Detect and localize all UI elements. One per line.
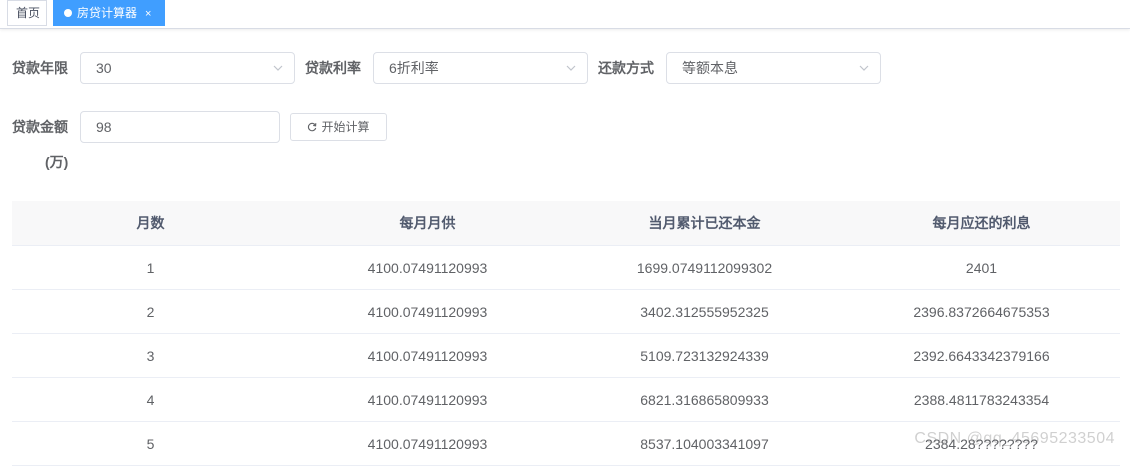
refresh-icon bbox=[308, 122, 317, 132]
cell-month: 4 bbox=[12, 377, 289, 422]
cell-payment: 4100.07491120993 bbox=[289, 377, 566, 422]
header-principal-paid: 当月累计已还本金 bbox=[566, 201, 843, 246]
rate-value: 6折利率 bbox=[389, 60, 439, 76]
cell-payment: 4100.07491120993 bbox=[289, 289, 566, 334]
method-select[interactable]: 等额本息 bbox=[666, 52, 881, 84]
amount-unit: (万) bbox=[45, 154, 69, 170]
table-header-row: 月数 每月月供 当月累计已还本金 每月应还的利息 bbox=[12, 201, 1120, 246]
cell-month: 2 bbox=[12, 289, 289, 334]
cell-payment: 4100.07491120993 bbox=[289, 333, 566, 378]
calculate-label: 开始计算 bbox=[321, 120, 370, 134]
chevron-down-icon bbox=[566, 65, 576, 71]
method-value: 等额本息 bbox=[682, 60, 738, 76]
tabs-bar: 首页 房贷计算器 × bbox=[0, 0, 1130, 29]
cell-interest: 2396.8372664675353 bbox=[843, 289, 1120, 334]
cell-payment: 4100.07491120993 bbox=[289, 245, 566, 290]
chevron-down-icon bbox=[859, 65, 869, 71]
header-month: 月数 bbox=[12, 201, 289, 246]
table-row: 2 4100.07491120993 3402.312555952325 239… bbox=[12, 289, 1120, 334]
cell-principal: 6821.316865809933 bbox=[566, 377, 843, 422]
watermark: CSDN @qq_45695233504 bbox=[914, 430, 1115, 447]
amount-value: 98 bbox=[96, 119, 112, 135]
repayment-table: 月数 每月月供 当月累计已还本金 每月应还的利息 1 4100.07491120… bbox=[12, 201, 1120, 466]
header-monthly-payment: 每月月供 bbox=[289, 201, 566, 246]
table-row: 1 4100.07491120993 1699.0749112099302 24… bbox=[12, 245, 1120, 290]
years-label: 贷款年限 bbox=[12, 60, 68, 76]
cell-interest: 2392.6643342379166 bbox=[843, 333, 1120, 378]
cell-month: 3 bbox=[12, 333, 289, 378]
tab-mortgage-calculator[interactable]: 房贷计算器 × bbox=[53, 0, 165, 26]
method-label: 还款方式 bbox=[598, 60, 654, 76]
amount-input[interactable]: 98 bbox=[80, 111, 280, 143]
cell-interest: 2401 bbox=[843, 245, 1120, 290]
table-row: 3 4100.07491120993 5109.723132924339 239… bbox=[12, 333, 1120, 378]
tab-label: 房贷计算器 bbox=[77, 6, 138, 20]
cell-interest: 2388.4811783243354 bbox=[843, 377, 1120, 422]
tab-home[interactable]: 首页 bbox=[7, 0, 47, 26]
rate-select[interactable]: 6折利率 bbox=[373, 52, 588, 84]
chevron-down-icon bbox=[273, 65, 283, 71]
years-value: 30 bbox=[96, 60, 112, 76]
cell-principal: 3402.312555952325 bbox=[566, 289, 843, 334]
cell-principal: 1699.0749112099302 bbox=[566, 245, 843, 290]
table-row: 4 4100.07491120993 6821.316865809933 238… bbox=[12, 377, 1120, 422]
years-select[interactable]: 30 bbox=[80, 52, 295, 84]
cell-principal: 5109.723132924339 bbox=[566, 333, 843, 378]
amount-label: 贷款金额 bbox=[12, 119, 68, 135]
header-interest: 每月应还的利息 bbox=[843, 201, 1120, 246]
calculate-button[interactable]: 开始计算 bbox=[290, 113, 387, 141]
rate-label: 贷款利率 bbox=[305, 60, 361, 76]
close-icon[interactable]: × bbox=[145, 2, 151, 26]
cell-month: 1 bbox=[12, 245, 289, 290]
active-dot-icon bbox=[64, 9, 72, 17]
